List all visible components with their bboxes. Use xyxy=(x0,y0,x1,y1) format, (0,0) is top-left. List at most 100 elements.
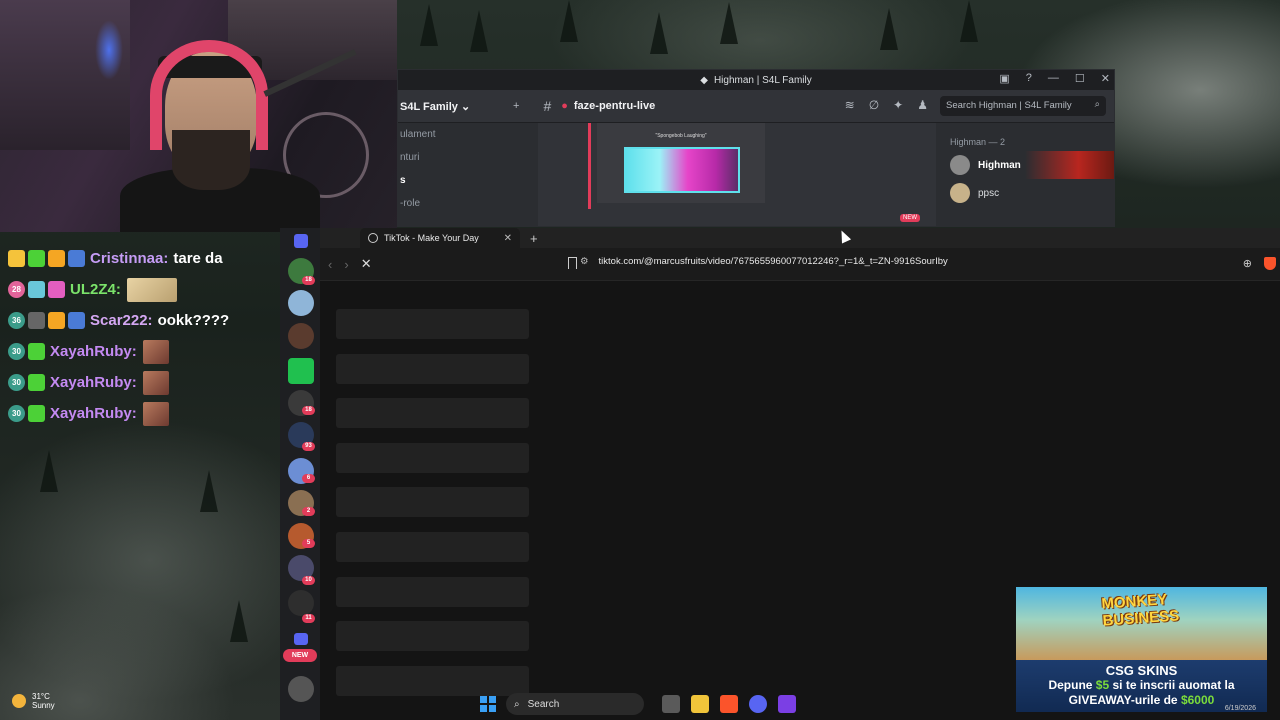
server-icon[interactable] xyxy=(288,323,314,349)
webcam-feed xyxy=(0,0,397,232)
discord-body: ulament nturi s -role "Spongebob Laughin… xyxy=(398,123,1114,226)
pin-icon[interactable]: ✦ xyxy=(893,98,903,112)
wallpaper-tree xyxy=(720,2,738,44)
brave-browser-icon[interactable] xyxy=(719,695,738,713)
new-tab-button[interactable]: + xyxy=(530,231,538,246)
chat-username: XayahRuby: xyxy=(50,374,137,391)
mute-bell-icon[interactable]: ∅ xyxy=(869,98,879,112)
weather-temperature: 31°C xyxy=(32,692,50,701)
windows-start-icon[interactable] xyxy=(480,696,496,712)
chat-username: Scar222: xyxy=(90,312,153,329)
back-icon[interactable]: ‹ xyxy=(328,257,332,272)
chat-line: 30 XayahRuby: xyxy=(8,336,278,367)
channel-item[interactable]: nturi xyxy=(398,146,538,169)
new-unreads-pill[interactable]: NEW xyxy=(283,649,317,662)
member-item[interactable]: ppsc xyxy=(936,179,1114,207)
discord-window[interactable]: ◆ Highman | S4L Family ▣ ? — ☐ ✕ S4L Fam… xyxy=(397,69,1115,227)
discord-server-rail: 18 18 93 6 2 5 10 11 NEW xyxy=(280,228,320,720)
search-icon: ⌕ xyxy=(514,698,520,710)
webcam-neon-light xyxy=(95,20,123,80)
forward-icon[interactable]: › xyxy=(344,257,348,272)
file-explorer-icon[interactable] xyxy=(690,695,709,713)
chat-line: 36 Scar222: ookk???? xyxy=(8,305,278,336)
chat-message: ookk???? xyxy=(157,312,230,329)
stop-loading-icon[interactable]: ✕ xyxy=(361,256,372,272)
window-controls: ▣ ? — ☐ ✕ xyxy=(999,72,1110,85)
sun-icon xyxy=(12,694,26,708)
members-icon[interactable]: ♟ xyxy=(917,98,928,112)
chat-emote xyxy=(126,277,177,302)
wallpaper-tree xyxy=(420,4,438,46)
chat-username: XayahRuby: xyxy=(50,343,137,360)
server-icon[interactable] xyxy=(288,290,314,316)
sub-badge-icon xyxy=(28,343,45,360)
task-view-icon[interactable] xyxy=(661,695,680,713)
discord-titlebar[interactable]: ◆ Highman | S4L Family ▣ ? — ☐ ✕ xyxy=(398,70,1114,90)
mention-badge: 11 xyxy=(302,614,315,623)
app-grid-icon[interactable] xyxy=(777,695,796,713)
discord-search-input[interactable]: Search Highman | S4L Family ⌕ xyxy=(940,96,1106,116)
video-thumbnail[interactable] xyxy=(624,147,740,193)
wallpaper-tree xyxy=(200,470,218,512)
threads-icon[interactable]: ≋ xyxy=(845,98,855,112)
server-icon[interactable] xyxy=(288,358,314,384)
channel-item[interactable]: s xyxy=(398,169,538,192)
bookmark-icon[interactable] xyxy=(568,257,577,269)
sub-months-badge: 36 xyxy=(8,312,25,329)
maximize-icon[interactable]: ☐ xyxy=(1075,72,1085,85)
ad-amount: $5 xyxy=(1095,678,1110,692)
zoom-icon[interactable]: ⊕ xyxy=(1243,257,1252,270)
channel-item[interactable]: ulament xyxy=(398,123,538,146)
close-tab-icon[interactable]: ✕ xyxy=(504,233,512,244)
server-name-dropdown[interactable]: S4L Family ⌄ xyxy=(398,100,508,113)
url-field[interactable]: ⚙ tiktok.com/@marcusfruits/video/7675655… xyxy=(580,256,948,267)
address-bar: ‹ › ✕ ⚙ tiktok.com/@marcusfruits/video/7… xyxy=(320,248,1280,281)
chat-username: Cristinnaa: xyxy=(90,250,169,267)
site-info-icon[interactable]: ⚙ xyxy=(580,256,589,267)
taskbar-search[interactable]: ⌕ Search xyxy=(506,693,644,715)
skeleton-placeholder xyxy=(336,309,529,339)
discord-window-title: Highman | S4L Family xyxy=(713,74,812,86)
discord-logo-icon: ◆ xyxy=(700,74,708,86)
discord-icon[interactable] xyxy=(748,695,767,713)
wallpaper-tree xyxy=(230,600,248,642)
channel-item[interactable]: -role xyxy=(398,192,538,215)
chat-emote xyxy=(142,339,169,364)
wallpaper-tree xyxy=(40,450,58,492)
add-friend-icon[interactable]: + xyxy=(513,100,519,112)
close-icon[interactable]: ✕ xyxy=(1101,72,1110,85)
member-item[interactable]: Highman xyxy=(936,151,1114,179)
minimize-icon[interactable]: — xyxy=(1048,72,1059,85)
avatar xyxy=(950,183,970,203)
sub-badge-icon xyxy=(28,250,45,267)
chat-username: UL2Z4: xyxy=(70,281,121,298)
weather-widget[interactable]: 31°C Sunny xyxy=(12,692,55,710)
sub-months-badge: 30 xyxy=(8,374,25,391)
tab-tiktok[interactable]: TikTok - Make Your Day ✕ xyxy=(360,228,520,248)
help-icon[interactable]: ? xyxy=(1026,72,1032,85)
folder-icon[interactable] xyxy=(294,633,308,645)
mention-badge: 2 xyxy=(302,507,315,516)
mention-badge: 10 xyxy=(302,576,315,585)
message-video-embed[interactable]: "Spongebob Laughing" xyxy=(597,123,765,203)
ad-line-1: Depune $5 si te inscrii auomat la xyxy=(1016,678,1267,693)
loading-favicon-icon xyxy=(368,233,378,243)
wallpaper-tree xyxy=(560,0,578,42)
sponsor-ad-overlay: MONKEY BUSINESS CSG SKINS Depune $5 si t… xyxy=(1016,587,1267,712)
brave-shields-icon[interactable] xyxy=(1264,257,1276,270)
skeleton-placeholder xyxy=(336,577,529,607)
wallpaper-tree xyxy=(960,0,978,42)
member-group-header: Highman — 2 xyxy=(950,137,1006,147)
bits-badge-icon xyxy=(48,312,65,329)
sub-badge-icon xyxy=(28,374,45,391)
folder-icon[interactable] xyxy=(294,234,308,248)
skeleton-placeholder xyxy=(336,621,529,651)
server-icon[interactable] xyxy=(288,590,314,616)
ad-text: GIVEAWAY-urile de xyxy=(1068,693,1181,707)
inbox-icon[interactable]: ▣ xyxy=(999,72,1009,85)
chat-emote xyxy=(142,370,169,395)
chat-line: 30 XayahRuby: xyxy=(8,367,278,398)
chat-emote xyxy=(142,401,169,426)
server-icon[interactable] xyxy=(288,676,314,702)
stream-indicator-bar xyxy=(588,123,591,209)
